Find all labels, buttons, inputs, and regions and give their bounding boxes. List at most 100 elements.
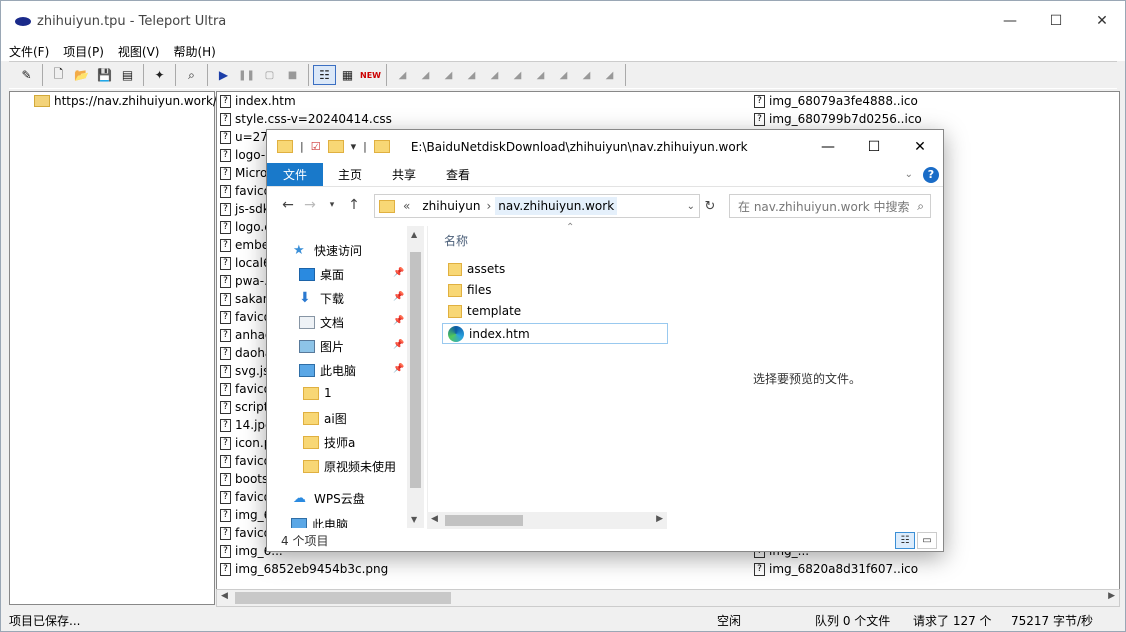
search-input[interactable]: 在 nav.zhihuiyun.work 中搜索 ⌕ (729, 194, 931, 218)
close-icon[interactable]: ✕ (1079, 1, 1125, 41)
pause-icon[interactable]: ❚❚ (235, 65, 258, 85)
explorer-window: | ☑ ▾ | E:\BaiduNetdiskDownload\zhihuiyu… (266, 129, 944, 552)
file-icon: ? (754, 94, 765, 108)
folder-item[interactable]: files (448, 283, 492, 297)
properties-icon[interactable]: ▤ (116, 65, 139, 85)
file-icon: ? (220, 292, 231, 306)
thread-icon: ◢ (490, 69, 499, 81)
nav-item[interactable]: 图片 (299, 338, 344, 355)
list-item[interactable]: ? img_680799b7d0256..ico (754, 110, 922, 128)
new-folder-icon[interactable] (327, 140, 344, 153)
folder-icon (448, 262, 462, 276)
status-message: 项目已保存... (9, 614, 81, 628)
menu-project[interactable]: 项目(P) (63, 43, 104, 60)
folder-item[interactable]: assets (448, 262, 505, 276)
folder-item[interactable]: template (448, 304, 521, 318)
breadcrumb-current[interactable]: nav.zhihuiyun.work (495, 197, 618, 215)
minimize-icon[interactable]: — (805, 130, 851, 163)
folder-icon (303, 412, 319, 425)
thread-icon: ◢ (559, 69, 568, 81)
project-tree: https://nav.zhihuiyun.work/ (9, 91, 217, 605)
nav-item[interactable]: 文档 (299, 314, 344, 331)
chevron-down-icon[interactable]: ▾ (351, 140, 357, 153)
list-item[interactable]: ? img_6820a8d31f607..ico (754, 560, 918, 578)
recent-dropdown-icon[interactable]: ▾ (321, 200, 343, 210)
new-icon[interactable]: 🗋 (47, 65, 70, 85)
detail-view-icon[interactable]: ▦ (336, 65, 359, 85)
menu-view[interactable]: 视图(V) (118, 43, 160, 60)
column-header-name[interactable]: 名称 (444, 232, 468, 249)
maximize-icon[interactable]: ☐ (851, 130, 897, 163)
refresh-icon[interactable]: ↻ (701, 194, 719, 218)
up-icon[interactable]: ↑ (343, 197, 365, 213)
open-icon[interactable]: 📂 (70, 65, 93, 85)
save-icon[interactable]: 💾 (93, 65, 116, 85)
file-icon: ? (220, 346, 231, 360)
file-icon: ? (754, 112, 765, 126)
help-icon[interactable]: ? (923, 166, 939, 183)
maximize-icon[interactable]: ☐ (1033, 1, 1079, 41)
content-scrollbar[interactable]: ◀ ▶ (427, 512, 667, 529)
properties-icon[interactable]: ☑ (311, 140, 321, 153)
stop-all-icon[interactable]: ■ (281, 65, 304, 85)
stop-icon[interactable]: ▢ (258, 65, 281, 85)
tab-file[interactable]: 文件 (267, 163, 323, 186)
chevron-down-icon[interactable]: ⌄ (687, 201, 695, 212)
nav-scrollbar[interactable]: ▲ ▼ (407, 226, 424, 528)
new-items-icon[interactable]: NEW (359, 65, 382, 85)
close-icon[interactable]: ✕ (897, 130, 943, 163)
preview-pane: 选择要预览的文件。 (667, 226, 943, 528)
list-item[interactable]: ? style.css-v=20240414.css (220, 110, 392, 128)
preview-message: 选择要预览的文件。 (753, 372, 862, 386)
folder-icon (34, 95, 50, 107)
nav-item[interactable]: 1 (303, 386, 332, 400)
breadcrumb-zhihuiyun[interactable]: zhihuiyun (422, 199, 480, 213)
nav-item[interactable]: 桌面 (299, 266, 344, 283)
nav-item[interactable]: 此电脑 (291, 516, 348, 528)
play-icon[interactable]: ▶ (212, 65, 235, 85)
explorer-path: E:\BaiduNetdiskDownload\zhihuiyun\nav.zh… (410, 139, 748, 154)
thread-icon: ◢ (536, 69, 545, 81)
status-rate: 75217 字节/秒 (1011, 614, 1094, 628)
scroll-right-icon[interactable]: ▶ (1108, 591, 1115, 601)
tab-share[interactable]: 共享 (377, 163, 431, 186)
nav-item[interactable]: ⬇ 下载 (299, 290, 344, 307)
cloud-icon: ☁ (293, 491, 306, 506)
pin-icon: 📌 (393, 340, 405, 350)
list-view-icon[interactable]: ☷ (313, 65, 336, 85)
wizard-icon[interactable]: ✦ (148, 65, 171, 85)
file-item[interactable]: index.htm (442, 323, 668, 344)
nav-item[interactable]: ai图 (303, 410, 347, 427)
details-view-icon[interactable]: ☷ (895, 532, 915, 549)
file-icon: ? (220, 490, 231, 504)
tab-home[interactable]: 主页 (323, 163, 377, 186)
minimize-icon[interactable]: — (987, 1, 1033, 41)
tree-root-node[interactable]: https://nav.zhihuiyun.work/ (34, 94, 217, 108)
horizontal-scrollbar[interactable]: ◀ ▶ (216, 589, 1120, 607)
back-icon[interactable]: ← (277, 197, 299, 213)
edit-icon[interactable]: ✎ (15, 65, 38, 85)
folder-icon (448, 304, 462, 318)
large-icons-view-icon[interactable]: ▭ (917, 532, 937, 549)
menu-file[interactable]: 文件(F) (9, 43, 49, 60)
pin-icon: 📌 (393, 268, 405, 278)
toolbar: ✎ 🗋 📂 💾 ▤ ✦ ⌕ ▶ ❚❚ ▢ ■ ☷ ▦ NEW ◢ ◢ ◢ ◢ ◢… (9, 61, 1117, 89)
menu-help[interactable]: 帮助(H) (173, 43, 215, 60)
thread-icon: ◢ (582, 69, 591, 81)
list-item[interactable]: ? img_6852eb9454b3c.png (220, 560, 388, 578)
list-item[interactable]: ? img_68079a3fe4888..ico (754, 92, 918, 110)
list-item[interactable]: ? index.htm (220, 92, 296, 110)
nav-item[interactable]: 技师a (303, 434, 355, 451)
nav-item[interactable]: ★ 快速访问 (293, 242, 362, 259)
file-icon: ? (220, 202, 231, 216)
tab-view[interactable]: 查看 (431, 163, 485, 186)
address-bar[interactable]: « zhihuiyun › nav.zhihuiyun.work ⌄ (374, 194, 700, 218)
scroll-left-icon[interactable]: ◀ (221, 591, 228, 601)
star-icon: ★ (293, 243, 305, 258)
ribbon-expand-icon[interactable]: ⌄ (905, 169, 913, 180)
browse-icon[interactable]: ⌕ (180, 65, 203, 85)
nav-item[interactable]: ☁ WPS云盘 (293, 490, 365, 507)
nav-item[interactable]: 原视频未使用 (303, 458, 396, 475)
nav-item[interactable]: 此电脑 (299, 362, 356, 379)
forward-icon[interactable]: → (299, 197, 321, 213)
